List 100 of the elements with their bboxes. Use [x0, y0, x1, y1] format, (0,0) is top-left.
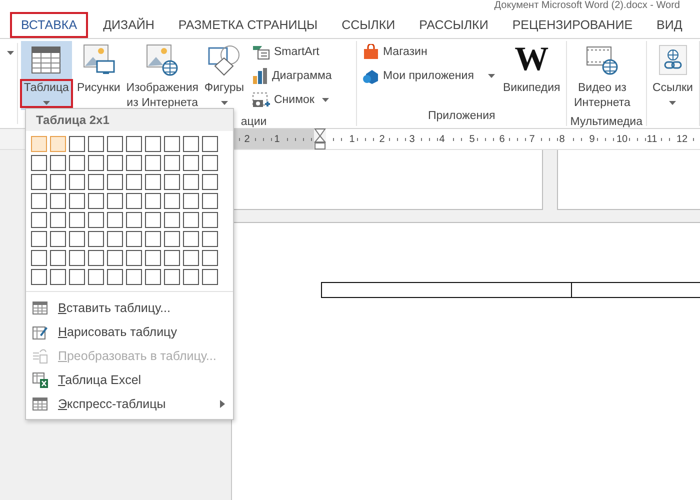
grid-cell[interactable] [164, 269, 180, 285]
ribbon-tab[interactable]: ССЫЛКИ [330, 12, 408, 38]
grid-cell[interactable] [164, 155, 180, 171]
grid-cell[interactable] [31, 250, 47, 266]
grid-cell[interactable] [50, 269, 66, 285]
grid-cell[interactable] [88, 136, 104, 152]
ribbon-button[interactable]: Снимок [249, 89, 335, 111]
grid-cell[interactable] [126, 174, 142, 190]
grid-cell[interactable] [69, 269, 85, 285]
grid-cell[interactable] [50, 174, 66, 190]
grid-cell[interactable] [88, 250, 104, 266]
grid-cell[interactable] [202, 231, 218, 247]
menu-item[interactable]: Экспресс-таблицы [26, 392, 233, 416]
grid-cell[interactable] [31, 155, 47, 171]
grid-cell[interactable] [145, 250, 161, 266]
grid-cell[interactable] [145, 174, 161, 190]
ribbon-button[interactable]: Мои приложения [360, 65, 498, 87]
grid-cell[interactable] [69, 155, 85, 171]
grid-cell[interactable] [183, 193, 199, 209]
grid-cell[interactable] [145, 155, 161, 171]
grid-cell[interactable] [164, 231, 180, 247]
ribbon-tab[interactable]: ВИД [644, 12, 694, 38]
grid-cell[interactable] [50, 136, 66, 152]
grid-cell[interactable] [202, 269, 218, 285]
grid-cell[interactable] [126, 136, 142, 152]
grid-cell[interactable] [50, 155, 66, 171]
grid-cell[interactable] [31, 231, 47, 247]
grid-cell[interactable] [183, 136, 199, 152]
grid-cell[interactable] [126, 269, 142, 285]
grid-cell[interactable] [107, 250, 123, 266]
grid-cell[interactable] [145, 193, 161, 209]
grid-cell[interactable] [107, 193, 123, 209]
grid-cell[interactable] [88, 193, 104, 209]
grid-cell[interactable] [88, 155, 104, 171]
grid-cell[interactable] [69, 250, 85, 266]
grid-cell[interactable] [50, 193, 66, 209]
menu-item[interactable]: Нарисовать таблицу [26, 320, 233, 344]
ribbon-tab[interactable]: ВСТАВКА [10, 12, 88, 38]
ribbon-tab[interactable]: РЕЦЕНЗИРОВАНИЕ [500, 12, 645, 38]
grid-cell[interactable] [145, 212, 161, 228]
grid-cell[interactable] [31, 269, 47, 285]
grid-cell[interactable] [183, 155, 199, 171]
grid-cell[interactable] [50, 231, 66, 247]
grid-cell[interactable] [69, 193, 85, 209]
ribbon-button[interactable]: Ссылки [650, 41, 696, 110]
grid-cell[interactable] [126, 231, 142, 247]
ribbon-button[interactable]: W Википедия [500, 41, 564, 109]
grid-cell[interactable] [107, 231, 123, 247]
menu-item[interactable]: Таблица Excel [26, 368, 233, 392]
grid-cell[interactable] [202, 193, 218, 209]
grid-cell[interactable] [202, 250, 218, 266]
grid-cell[interactable] [145, 269, 161, 285]
grid-cell[interactable] [69, 212, 85, 228]
grid-cell[interactable] [126, 155, 142, 171]
grid-cell[interactable] [31, 212, 47, 228]
grid-cell[interactable] [126, 250, 142, 266]
grid-cell[interactable] [69, 136, 85, 152]
grid-cell[interactable] [107, 174, 123, 190]
grid-cell[interactable] [126, 193, 142, 209]
grid-cell[interactable] [107, 212, 123, 228]
ribbon-tab[interactable]: ДИЗАЙН [91, 12, 166, 38]
grid-cell[interactable] [88, 269, 104, 285]
grid-cell[interactable] [183, 174, 199, 190]
indent-marker-icon[interactable] [314, 128, 326, 150]
ribbon-tab[interactable]: РАЗМЕТКА СТРАНИЦЫ [166, 12, 330, 38]
grid-cell[interactable] [145, 231, 161, 247]
ribbon-button[interactable]: SmartArt [249, 41, 335, 63]
grid-cell[interactable] [202, 212, 218, 228]
ribbon-button[interactable]: Диаграмма [249, 65, 335, 87]
ribbon-button[interactable]: Магазин [360, 41, 498, 63]
grid-cell[interactable] [164, 193, 180, 209]
grid-cell[interactable] [202, 155, 218, 171]
grid-cell[interactable] [183, 212, 199, 228]
grid-cell[interactable] [107, 136, 123, 152]
grid-cell[interactable] [31, 193, 47, 209]
grid-cell[interactable] [164, 174, 180, 190]
grid-cell[interactable] [126, 212, 142, 228]
ribbon-tab[interactable]: РАССЫЛКИ [407, 12, 500, 38]
grid-cell[interactable] [69, 174, 85, 190]
grid-cell[interactable] [202, 136, 218, 152]
grid-cell[interactable] [183, 269, 199, 285]
grid-cell[interactable] [202, 174, 218, 190]
ribbon-button[interactable]: Видео из Интернета [570, 41, 634, 116]
grid-cell[interactable] [50, 212, 66, 228]
ribbon-button[interactable]: Рисунки [74, 41, 124, 109]
grid-cell[interactable] [164, 212, 180, 228]
grid-cell[interactable] [183, 231, 199, 247]
menu-item[interactable]: Вставить таблицу... [26, 296, 233, 320]
grid-cell[interactable] [88, 212, 104, 228]
grid-cell[interactable] [183, 250, 199, 266]
grid-cell[interactable] [31, 136, 47, 152]
ribbon-button[interactable]: Таблица [20, 41, 72, 110]
grid-cell[interactable] [145, 136, 161, 152]
grid-cell[interactable] [164, 136, 180, 152]
grid-cell[interactable] [88, 174, 104, 190]
grid-cell[interactable] [31, 174, 47, 190]
grid-cell[interactable] [69, 231, 85, 247]
grid-cell[interactable] [107, 155, 123, 171]
grid-cell[interactable] [50, 250, 66, 266]
grid-cell[interactable] [88, 231, 104, 247]
